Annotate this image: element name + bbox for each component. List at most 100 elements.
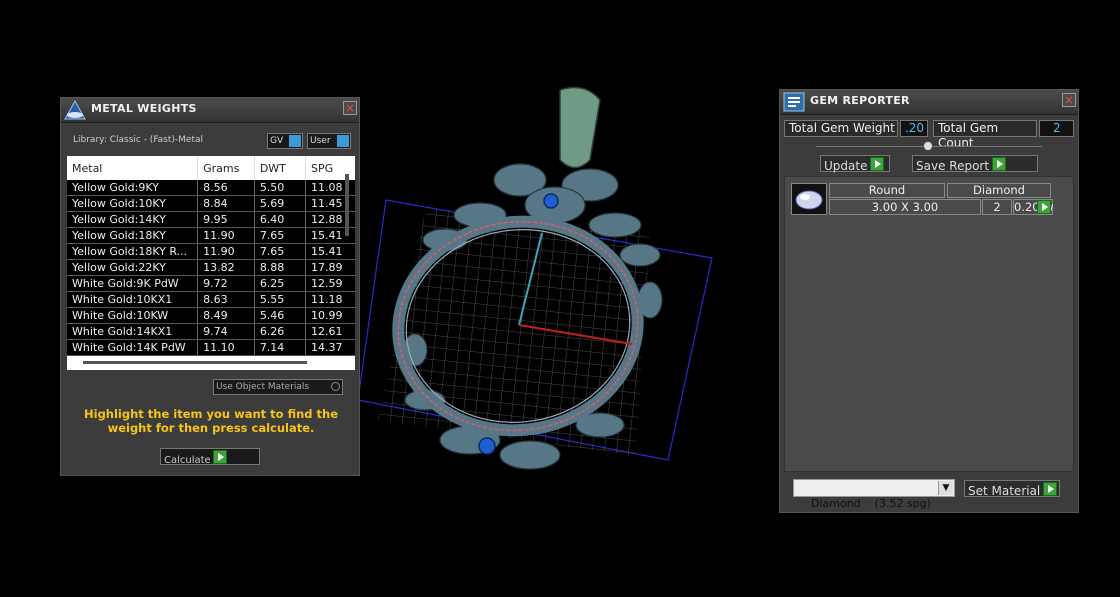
table-cell: 7.65 (254, 243, 307, 260)
table-cell: 5.69 (254, 195, 307, 212)
use-object-materials-checkbox[interactable]: Use Object Materials (213, 379, 343, 395)
use-object-materials-label: Use Object Materials (216, 382, 310, 392)
table-row[interactable]: Yellow Gold:18KY R... 11.90 7.65 15.41 (67, 243, 355, 260)
set-material-label: Set Material (968, 484, 1041, 498)
close-icon[interactable]: × (343, 101, 357, 115)
gem-select-button[interactable] (1037, 200, 1051, 214)
play-icon (870, 157, 885, 171)
play-icon (212, 450, 227, 464)
user-label: User (310, 136, 331, 146)
set-material-button[interactable]: Set Material (964, 480, 1060, 498)
table-cell: White Gold:14K PdW (67, 339, 199, 356)
play-icon (991, 157, 1006, 171)
save-report-label: Save Report (916, 159, 990, 173)
update-button[interactable]: Update (820, 155, 890, 173)
save-report-button[interactable]: Save Report (912, 155, 1038, 173)
calculate-label: Calculate (164, 455, 211, 466)
gem-top (543, 193, 559, 209)
gem-list-area[interactable]: Round Diamond 3.00 X 3.00 2 0.20tw (784, 176, 1074, 472)
update-label: Update (824, 159, 868, 173)
user-switch-icon (337, 135, 349, 147)
viewport-3d[interactable] (360, 80, 750, 480)
close-icon[interactable]: × (1062, 93, 1076, 107)
metal-table[interactable]: Metal Grams DWT SPG Yellow Gold:9KY 8.56 5.50… (67, 156, 355, 370)
table-cell: Yellow Gold:18KY R... (67, 243, 199, 260)
chevron-down-icon: ▼ (938, 481, 953, 495)
table-cell: 9.72 (197, 275, 255, 292)
table-row[interactable]: White Gold:9K PdW 9.72 6.25 12.59 (67, 275, 355, 292)
table-cell: 11.90 (197, 243, 255, 260)
table-row[interactable]: White Gold:10KW 8.49 5.46 10.99 (67, 307, 355, 324)
material-select[interactable]: Diamond (3.52 spg) ▼ (793, 479, 955, 510)
table-cell: Yellow Gold:9KY (67, 180, 199, 196)
pendant-bail (559, 86, 601, 169)
gem-thumbnail[interactable] (791, 183, 827, 215)
table-cell: 9.95 (197, 211, 255, 228)
table-cell: 15.41 (305, 243, 355, 260)
table-cell: 7.14 (254, 339, 307, 356)
gem-size: 3.00 X 3.00 (829, 199, 981, 215)
table-cell: 5.50 (254, 180, 307, 196)
total-gem-count-value: 2 (1039, 120, 1074, 137)
library-label: Library: Classic - (Fast)-Metal (73, 135, 204, 145)
table-cell: 6.40 (254, 211, 307, 228)
table-row[interactable]: Yellow Gold:18KY 11.90 7.65 15.41 (67, 227, 355, 244)
bow-leaf (619, 243, 661, 267)
table-cell: 8.88 (254, 259, 307, 276)
bow-leaf (499, 440, 561, 470)
metal-weights-logo-icon (64, 99, 86, 120)
round-gem-icon (795, 190, 823, 210)
table-cell: 12.59 (305, 275, 355, 292)
user-toggle[interactable]: User (307, 133, 351, 149)
table-row[interactable]: White Gold:14KX1 9.74 6.26 12.61 (67, 323, 355, 340)
splitter-handle-icon[interactable] (923, 141, 933, 151)
metal-weights-titlebar[interactable]: METAL WEIGHTS × (61, 98, 359, 123)
table-cell: 6.26 (254, 323, 307, 340)
gem-reporter-title: GEM REPORTER (810, 94, 910, 107)
table-cell: 8.84 (197, 195, 255, 212)
calculate-button[interactable]: Calculate (160, 448, 260, 466)
table-cell: 5.55 (254, 291, 307, 308)
table-row[interactable]: Yellow Gold:22KY 13.82 8.88 17.89 (67, 259, 355, 276)
table-cell: 8.63 (197, 291, 255, 308)
table-cell: 9.74 (197, 323, 255, 340)
gem-bottom (478, 437, 496, 455)
table-cell: Yellow Gold:18KY (67, 227, 199, 244)
metal-weights-panel: METAL WEIGHTS × Library: Classic - (Fast… (60, 97, 360, 476)
table-cell: White Gold:14KX1 (67, 323, 199, 340)
table-row[interactable]: White Gold:10KX1 8.63 5.55 11.18 (67, 291, 355, 308)
radio-icon (331, 382, 340, 391)
column-header[interactable]: Grams (197, 156, 255, 180)
play-icon (1043, 482, 1058, 496)
table-cell: 11.90 (197, 227, 255, 244)
gv-switch-icon (289, 135, 301, 147)
table-row[interactable]: Yellow Gold:14KY 9.95 6.40 12.88 (67, 211, 355, 228)
table-row[interactable]: White Gold:14K PdW 11.10 7.14 14.37 (67, 339, 355, 356)
table-row[interactable]: Yellow Gold:10KY 8.84 5.69 11.45 (67, 195, 355, 212)
table-cell: 11.10 (197, 339, 255, 356)
metal-table-header: Metal Grams DWT SPG (67, 156, 355, 180)
table-vscrollbar[interactable] (345, 174, 349, 236)
hint-text: Highlight the item you want to find the … (84, 407, 338, 435)
table-cell: Yellow Gold:10KY (67, 195, 199, 212)
table-row[interactable]: Yellow Gold:9KY 8.56 5.50 11.08 (67, 180, 355, 196)
material-select-value: Diamond (3.52 spg) (811, 497, 931, 510)
gv-toggle[interactable]: GV (267, 133, 303, 149)
bow-leaf (588, 212, 642, 238)
column-header[interactable]: Metal (67, 156, 199, 180)
gem-reporter-panel: GEM REPORTER × Total Gem Weight .20 Tota… (779, 89, 1079, 513)
table-cell: White Gold:9K PdW (67, 275, 199, 292)
table-cell: 13.82 (197, 259, 255, 276)
table-cell: Yellow Gold:22KY (67, 259, 199, 276)
gem-reporter-logo-icon (783, 92, 805, 112)
gem-count: 2 (982, 199, 1012, 215)
metal-weights-title: METAL WEIGHTS (91, 102, 197, 115)
gem-reporter-titlebar[interactable]: GEM REPORTER × (780, 90, 1078, 115)
table-cell: 10.99 (305, 307, 355, 324)
table-hscrollbar[interactable] (83, 361, 307, 364)
column-header[interactable]: DWT (254, 156, 307, 180)
table-cell: 12.61 (305, 323, 355, 340)
table-cell: Yellow Gold:14KY (67, 211, 199, 228)
total-gem-weight-label: Total Gem Weight (784, 120, 898, 137)
total-gem-count-label: Total Gem Count (933, 120, 1037, 150)
